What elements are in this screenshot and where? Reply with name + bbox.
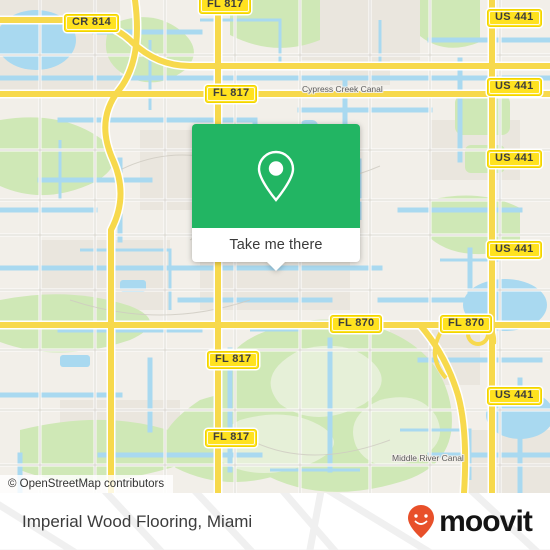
road-shield[interactable]: FL 870 (440, 315, 493, 333)
road-shield[interactable]: FL 817 (199, 0, 252, 14)
footer-bar: Imperial Wood Flooring, Miami moovit (0, 493, 550, 550)
osm-attribution[interactable]: © OpenStreetMap contributors (0, 475, 174, 493)
road-shield[interactable]: US 441 (487, 78, 542, 96)
road-shield[interactable]: US 441 (487, 387, 542, 405)
road-shield[interactable]: FL 817 (205, 429, 258, 447)
popup-footer[interactable]: Take me there (192, 228, 360, 271)
place-popup[interactable]: Take me there (192, 124, 360, 271)
moovit-logo[interactable]: moovit (406, 504, 533, 540)
moovit-pin-icon (408, 504, 435, 538)
place-title: Imperial Wood Flooring, Miami (22, 511, 253, 531)
road-shield[interactable]: FL 817 (207, 351, 260, 369)
road-shield[interactable]: US 441 (487, 9, 542, 27)
moovit-place-card: CR 814 FL 817 US 441 FL 817 US 441 US 44… (0, 0, 550, 550)
road-shield[interactable]: US 441 (487, 241, 542, 259)
popup-tail (267, 262, 285, 271)
moovit-wordmark: moovit (439, 504, 533, 538)
road-shield[interactable]: CR 814 (64, 14, 120, 32)
take-me-there-label: Take me there (229, 237, 323, 253)
popup-header (192, 124, 360, 228)
map-label-middle-river-canal: Middle River Canal (392, 453, 464, 463)
map-pin-icon (257, 150, 295, 202)
road-shield[interactable]: FL 817 (205, 85, 258, 103)
map-label-cypress-creek-canal: Cypress Creek Canal (302, 84, 383, 94)
map-view[interactable]: CR 814 FL 817 US 441 FL 817 US 441 US 44… (0, 0, 550, 493)
road-shield[interactable]: US 441 (487, 150, 542, 168)
road-shield[interactable]: FL 870 (330, 315, 383, 333)
